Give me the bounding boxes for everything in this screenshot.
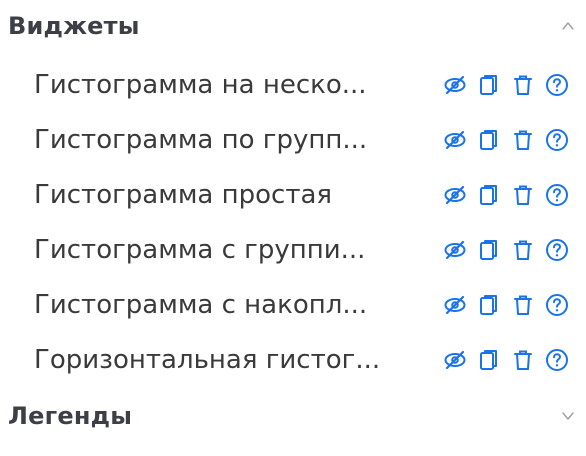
section-title-widgets: Виджеты [8, 12, 140, 40]
chevron-up-icon[interactable] [554, 12, 582, 40]
widget-label: Гистограмма простая [34, 179, 333, 210]
eye-slash-icon[interactable] [440, 180, 470, 210]
list-item[interactable]: Гистограмма на неско... [0, 57, 586, 112]
eye-slash-icon[interactable] [440, 235, 470, 265]
widgets-panel: Виджеты Гистограмма на неско... Гистогра… [0, 0, 586, 456]
help-icon[interactable] [542, 180, 572, 210]
widget-label: Гистограмма по групп... [34, 124, 368, 155]
list-item[interactable]: Гистограмма с группи... [0, 222, 586, 277]
widget-list: Гистограмма на неско... Гистограмма по г… [0, 57, 586, 387]
widget-actions [440, 290, 572, 320]
widget-label: Гистограмма с группи... [34, 234, 366, 265]
help-icon[interactable] [542, 125, 572, 155]
help-icon[interactable] [542, 345, 572, 375]
trash-icon[interactable] [508, 70, 538, 100]
copy-icon[interactable] [474, 235, 504, 265]
copy-icon[interactable] [474, 180, 504, 210]
copy-icon[interactable] [474, 125, 504, 155]
section-header-widgets[interactable]: Виджеты [8, 6, 586, 46]
widget-label: Гистограмма на неско... [34, 69, 367, 100]
widget-label: Горизонтальная гистог... [34, 344, 381, 375]
widget-actions [440, 345, 572, 375]
widget-actions [440, 180, 572, 210]
eye-slash-icon[interactable] [440, 345, 470, 375]
copy-icon[interactable] [474, 70, 504, 100]
widget-actions [440, 70, 572, 100]
list-item[interactable]: Гистограмма по групп... [0, 112, 586, 167]
section-header-legends[interactable]: Легенды [8, 396, 586, 436]
copy-icon[interactable] [474, 290, 504, 320]
eye-slash-icon[interactable] [440, 70, 470, 100]
widget-actions [440, 125, 572, 155]
list-item[interactable]: Горизонтальная гистог... [0, 332, 586, 387]
copy-icon[interactable] [474, 345, 504, 375]
chevron-down-icon[interactable] [554, 402, 582, 430]
trash-icon[interactable] [508, 235, 538, 265]
eye-slash-icon[interactable] [440, 125, 470, 155]
list-item[interactable]: Гистограмма простая [0, 167, 586, 222]
widget-actions [440, 235, 572, 265]
list-item[interactable]: Гистограмма с накопл... [0, 277, 586, 332]
trash-icon[interactable] [508, 345, 538, 375]
help-icon[interactable] [542, 235, 572, 265]
help-icon[interactable] [542, 290, 572, 320]
trash-icon[interactable] [508, 290, 538, 320]
widget-label: Гистограмма с накопл... [34, 289, 368, 320]
help-icon[interactable] [542, 70, 572, 100]
section-title-legends: Легенды [8, 402, 133, 430]
trash-icon[interactable] [508, 180, 538, 210]
eye-slash-icon[interactable] [440, 290, 470, 320]
trash-icon[interactable] [508, 125, 538, 155]
